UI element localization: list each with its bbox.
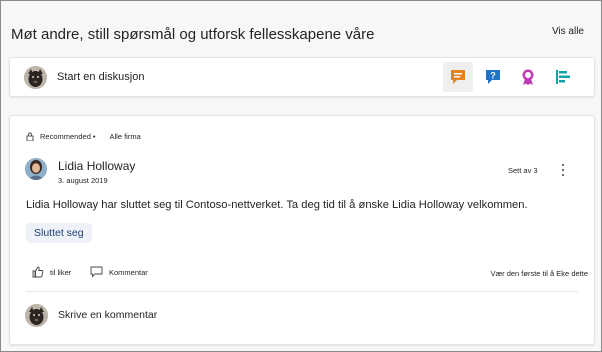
post-card: Recommended • Alle firma Lidia Holloway … <box>9 115 595 345</box>
start-discussion-label[interactable]: Start en diskusjon <box>57 71 144 83</box>
author-name[interactable]: Lidia Holloway <box>58 159 135 173</box>
seen-by-count[interactable]: Sett av 3 <box>508 166 538 175</box>
joined-tag[interactable]: Sluttet seg <box>26 223 92 243</box>
svg-text:?: ? <box>490 71 496 81</box>
comment-label: Kommentar <box>109 267 148 277</box>
post-date: 3. august 2019 <box>58 176 108 185</box>
lock-icon <box>26 132 34 141</box>
page-title: Møt andre, still spørsmål og utforsk fel… <box>11 26 375 43</box>
praise-icon[interactable] <box>513 62 543 92</box>
see-all-link[interactable]: Vis alle <box>552 26 584 37</box>
thumbs-up-icon <box>32 266 44 278</box>
current-user-avatar <box>24 66 47 89</box>
author-avatar[interactable] <box>25 158 47 180</box>
start-discussion-bar[interactable]: Start en diskusjon ? <box>9 57 595 97</box>
recommended-separator: • <box>92 132 96 141</box>
post-body: Lidia Holloway har sluttet seg til Conto… <box>26 199 528 211</box>
community-scope-link[interactable]: Alle firma <box>110 132 141 141</box>
more-options-icon[interactable] <box>556 162 570 178</box>
poll-icon[interactable] <box>548 62 578 92</box>
recommended-label: Recommended <box>40 132 91 141</box>
like-label: til liker <box>50 267 72 277</box>
recommended-row: Recommended • Alle firma <box>26 132 141 141</box>
comment-icon <box>90 266 103 278</box>
commenter-avatar <box>25 304 48 327</box>
discussion-icon[interactable] <box>443 62 473 92</box>
first-like-text: Vær den første til å Eke dette <box>490 269 588 278</box>
divider <box>26 291 578 292</box>
reply-input[interactable]: Skrive en kommentar <box>58 309 157 321</box>
like-button[interactable]: til liker <box>32 266 71 278</box>
comment-button[interactable]: Kommentar <box>90 266 148 278</box>
page-frame: Møt andre, still spørsmål og utforsk fel… <box>0 0 602 352</box>
question-icon[interactable]: ? <box>478 62 508 92</box>
